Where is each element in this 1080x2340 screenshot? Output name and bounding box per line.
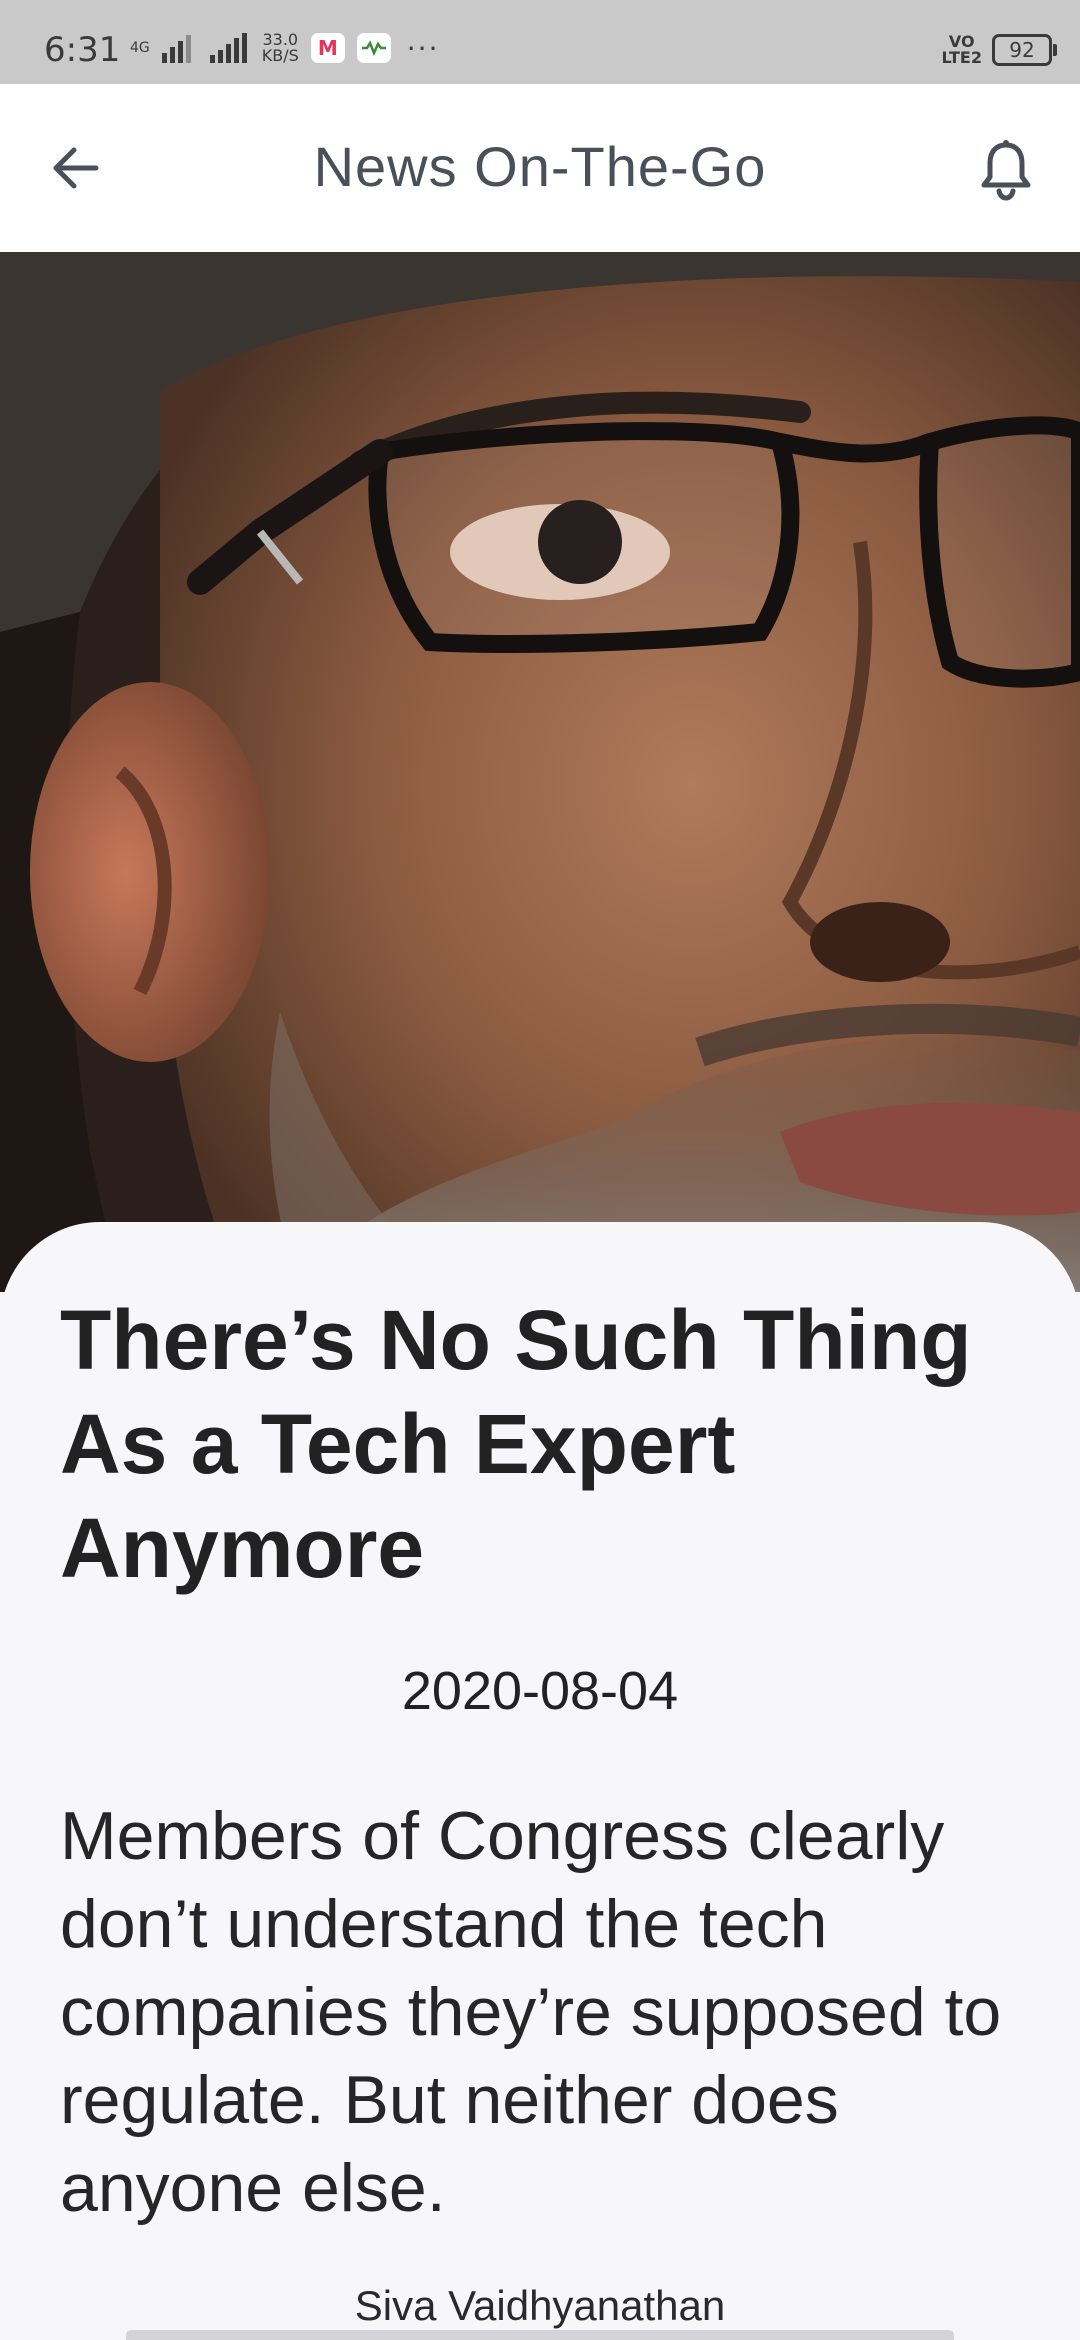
article-author: Siva Vaidhyanathan [354,2282,726,2329]
network-speed: 33.0 KB/S [262,32,299,64]
status-time: 6:31 [44,30,121,70]
bottom-sheet-edge [126,2330,954,2340]
face-photo-illustration [0,252,1080,1292]
volte-bottom: LTE2 [941,48,982,67]
speed-unit: KB/S [261,46,299,65]
myntra-app-icon: M [310,33,345,63]
signal-icon [161,35,191,63]
status-right: VO LTE2 92 [941,34,1057,66]
page-title: News On-The-Go [313,135,767,198]
article-card[interactable]: There’s No Such Thing As a Tech Expert A… [0,1222,1080,2340]
status-left-icons: 4G 33.0 KB/S M ··· [130,28,439,68]
screen: 6:31 4G 33.0 KB/S M ··· VO LTE2 92 News … [0,0,1080,2340]
wave-icon [361,40,386,56]
article-headline: There’s No Such Thing As a Tech Expert A… [60,1293,972,1595]
article-date: 2020-08-04 [401,1661,679,1721]
article-photo [0,252,1080,1292]
app-notification-icon [356,33,391,63]
bell-icon [981,140,1031,201]
volte-indicator: VO LTE2 [941,34,982,66]
app-bar: News On-The-Go [0,84,1080,252]
notifications-button[interactable] [968,132,1044,208]
status-bar: 6:31 4G 33.0 KB/S M ··· VO LTE2 92 [0,0,1080,84]
battery-icon: 92 [992,34,1057,66]
more-notifications-indicator: ··· [406,31,440,65]
network-type: 4G [130,40,150,56]
signal-icon [209,33,247,63]
app-badge-letter: M [317,36,338,60]
article-summary: Members of Congress clearly don’t unders… [60,1798,1002,2226]
battery-level: 92 [1009,38,1035,62]
